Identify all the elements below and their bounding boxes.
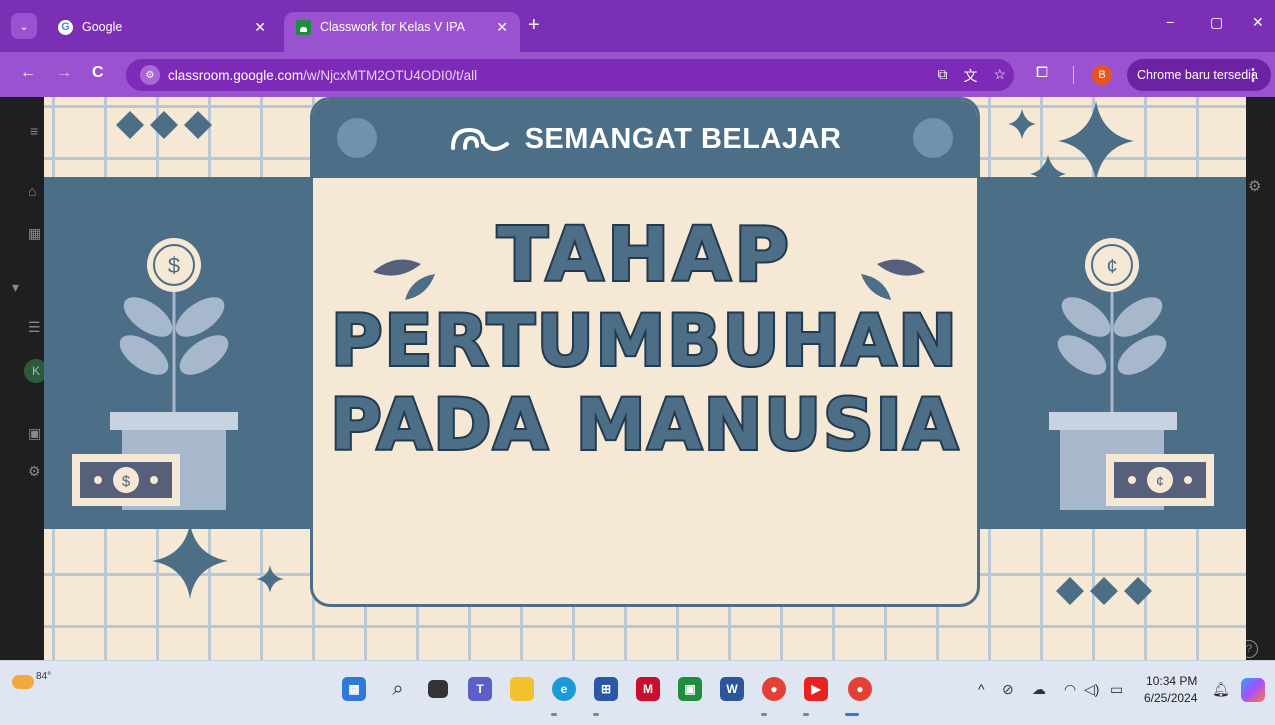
running-indicator <box>551 713 557 716</box>
tab-strip: ⌄ G Google ✕ Classwork for Kelas V IPA ✕… <box>0 0 1275 52</box>
network-drive-icon[interactable]: ⊘ <box>1002 681 1014 698</box>
tab-title: Classwork for Kelas V IPA <box>320 20 465 34</box>
onedrive-icon[interactable]: ☁ <box>1032 681 1046 698</box>
title-line-3: PADA MANUSIA <box>328 384 960 466</box>
enrolled-icon[interactable]: ▾ <box>12 279 19 296</box>
settings-icon[interactable]: ⚙ <box>28 463 41 480</box>
more-menu-icon[interactable]: ⋮ <box>1245 65 1261 85</box>
chrome-update-button[interactable]: Chrome baru tersedia ⋮ <box>1127 59 1271 91</box>
youtube-icon[interactable]: ▶ <box>804 677 828 701</box>
open-in-app-icon[interactable]: ⧉ <box>937 66 947 86</box>
tab-classwork[interactable]: Classwork for Kelas V IPA ✕ <box>284 12 520 52</box>
new-tab-button[interactable]: + <box>528 14 540 37</box>
copilot-icon[interactable] <box>1241 678 1265 702</box>
todo-icon[interactable]: ☰ <box>28 319 41 336</box>
volume-icon[interactable]: ◁) <box>1084 681 1099 698</box>
money-plant-left: $ $ <box>72 238 238 510</box>
windows-taskbar: 84° ▦ ⌕ T e ⊞ M ▣ W ● ▶ ● ^ ⊘ ☁ ◠ ◁) ▭ 1… <box>0 660 1275 725</box>
money-plant-right: ¢ ¢ <box>1049 238 1214 510</box>
minimize-button[interactable]: − <box>1166 14 1174 30</box>
store-icon[interactable]: ⊞ <box>594 677 618 701</box>
toolbar-divider <box>1073 66 1074 84</box>
diamonds-top-left <box>116 111 212 139</box>
close-tab-icon[interactable]: ✕ <box>254 19 266 36</box>
teams-icon[interactable]: T <box>468 677 492 701</box>
home-icon[interactable]: ⌂ <box>28 183 36 199</box>
svg-text:$: $ <box>122 473 131 490</box>
calendar-icon[interactable]: ▦ <box>28 225 41 242</box>
tab-search-button[interactable]: ⌄ <box>11 13 37 39</box>
battery-icon[interactable]: ▭ <box>1110 681 1123 698</box>
tab-google[interactable]: G Google ✕ <box>46 12 278 52</box>
clock-time: 10:34 PM <box>1146 674 1198 688</box>
presentation-slide: $ $ ¢ ¢ SEMANGAT BELAJAR TAHAP PERTUMBUH… <box>44 97 1246 660</box>
wifi-icon[interactable]: ◠ <box>1064 681 1076 698</box>
slide-title: TAHAP PERTUMBUHAN PADA MANUSIA <box>313 212 977 466</box>
weather-widget[interactable]: 84° <box>12 671 51 689</box>
chrome-icon[interactable]: ● <box>762 677 786 701</box>
google-icon: G <box>58 19 73 35</box>
title-line-1: TAHAP <box>495 212 793 298</box>
bookmark-star-icon[interactable]: ☆ <box>993 66 1006 86</box>
forward-button[interactable]: → <box>56 64 72 82</box>
site-info-icon[interactable]: ⚙ <box>140 65 160 85</box>
browser-toolbar: ← → C ⚙ classroom.google.com/w/NjcxMTM2O… <box>0 52 1275 97</box>
word-icon[interactable]: W <box>720 677 744 701</box>
file-explorer-icon[interactable] <box>510 677 534 701</box>
archived-icon[interactable]: ▣ <box>28 425 41 442</box>
restore-button[interactable]: ▢ <box>1210 14 1223 31</box>
translate-icon[interactable]: 文 <box>963 66 977 86</box>
weather-temp: 84° <box>36 671 52 682</box>
extensions-icon[interactable]: ⧠ <box>1036 64 1048 81</box>
windows-start-icon[interactable]: ▦ <box>342 677 366 701</box>
running-indicator <box>761 713 767 716</box>
close-tab-icon[interactable]: ✕ <box>496 19 508 36</box>
reload-button[interactable]: C <box>92 64 104 82</box>
weather-icon <box>12 675 34 689</box>
clock[interactable]: 10:34 PM 6/25/2024 <box>1144 673 1197 707</box>
task-view-icon[interactable] <box>428 680 448 698</box>
running-indicator <box>593 713 599 716</box>
svg-text:$: $ <box>168 253 180 278</box>
back-button[interactable]: ← <box>20 64 36 82</box>
settings-gear-icon[interactable]: ⚙ <box>1248 177 1261 195</box>
show-hidden-icons-icon[interactable]: ^ <box>978 681 985 697</box>
search-icon[interactable]: ⌕ <box>386 677 410 701</box>
menu-icon[interactable]: ≡ <box>30 123 38 139</box>
chrome-profile-icon[interactable]: ● <box>848 677 872 701</box>
active-indicator <box>845 713 859 716</box>
clock-date: 6/25/2024 <box>1144 691 1198 705</box>
url-text[interactable]: classroom.google.com/w/NjcxMTM2OTU4ODI0/… <box>168 68 477 83</box>
profile-avatar[interactable]: B <box>1092 65 1112 85</box>
notification-bell-icon[interactable]: 🔔︎ <box>1212 681 1230 698</box>
classroom-icon[interactable]: ▣ <box>678 677 702 701</box>
classroom-icon <box>296 19 311 35</box>
close-window-button[interactable]: ✕ <box>1252 14 1264 31</box>
title-line-2: PERTUMBUHAN <box>329 300 959 382</box>
address-bar[interactable]: ⚙ classroom.google.com/w/NjcxMTM2OTU4ODI… <box>126 59 1014 91</box>
tab-title: Google <box>82 20 123 34</box>
svg-text:¢: ¢ <box>1106 256 1117 278</box>
mcafee-icon[interactable]: M <box>636 677 660 701</box>
running-indicator <box>803 713 809 716</box>
title-card: SEMANGAT BELAJAR TAHAP PERTUMBUHAN PADA … <box>310 97 980 607</box>
edge-icon[interactable]: e <box>552 677 576 701</box>
svg-text:¢: ¢ <box>1156 473 1164 489</box>
diamonds-bottom-right <box>1056 577 1152 605</box>
update-label: Chrome baru tersedia <box>1137 68 1258 82</box>
